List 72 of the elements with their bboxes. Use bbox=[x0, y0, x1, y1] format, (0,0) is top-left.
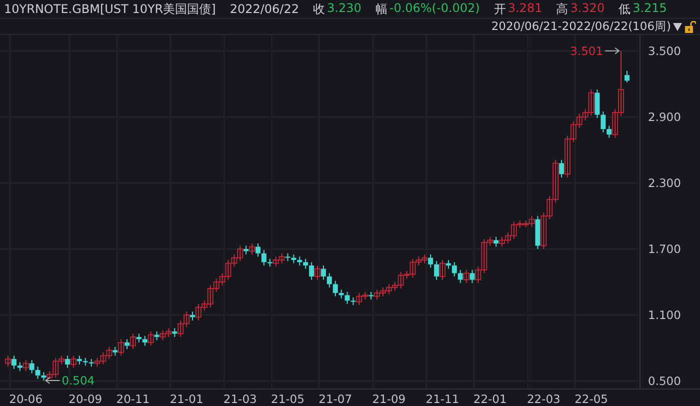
y-axis-label: 1.700 bbox=[648, 242, 681, 256]
candlestick bbox=[606, 125, 612, 138]
candlestick bbox=[142, 335, 148, 346]
quote-label: 收 bbox=[313, 0, 325, 18]
y-axis-label: 3.500 bbox=[648, 44, 681, 58]
candlestick bbox=[594, 88, 600, 119]
x-axis-label: 21-03 bbox=[223, 392, 257, 406]
candlestick bbox=[303, 258, 308, 270]
candlestick bbox=[428, 254, 434, 268]
lock-icon[interactable] bbox=[685, 20, 696, 32]
arrow-icon bbox=[44, 377, 60, 384]
x-axis-label: 22-03 bbox=[526, 392, 560, 406]
candlestick bbox=[261, 250, 266, 266]
candlestick bbox=[344, 291, 350, 304]
candlestick bbox=[249, 242, 255, 255]
candlestick bbox=[22, 360, 29, 372]
candlestick bbox=[326, 272, 332, 288]
quote-value: 3.281 bbox=[508, 0, 542, 16]
quote-label: 幅 bbox=[375, 0, 388, 18]
candlestick bbox=[470, 269, 475, 284]
symbol-title: 10YRNOTE.GBM[UST 10YR美国国债] bbox=[4, 0, 216, 18]
x-axis-label: 20-09 bbox=[68, 392, 102, 406]
candlestick bbox=[559, 159, 564, 178]
candlestick bbox=[5, 355, 11, 368]
candlestick bbox=[600, 110, 606, 133]
arrow-icon bbox=[604, 47, 620, 54]
x-axis-label: 22-05 bbox=[574, 392, 608, 406]
quote-date: 2022/06/22 bbox=[230, 2, 299, 16]
y-axis-label: 2.300 bbox=[648, 176, 681, 190]
candlestick bbox=[452, 262, 457, 277]
quote-label: 开 bbox=[494, 0, 506, 18]
x-axis-label: 21-05 bbox=[271, 392, 304, 406]
quote-label: 低 bbox=[618, 0, 631, 18]
quote-value: -0.06%(-0.002) bbox=[389, 0, 480, 16]
caret-icon bbox=[673, 22, 682, 30]
quote-label: 高 bbox=[556, 0, 568, 18]
x-axis-label: 21-11 bbox=[426, 392, 460, 406]
candlestick bbox=[494, 236, 499, 248]
candlestick bbox=[130, 333, 136, 350]
candlestick bbox=[11, 355, 16, 370]
candlestick bbox=[309, 262, 314, 280]
candlestick bbox=[440, 259, 446, 280]
candlestick bbox=[624, 70, 630, 83]
candlestick bbox=[118, 338, 124, 356]
quote-value: 3.320 bbox=[570, 0, 605, 16]
candlestick bbox=[320, 264, 326, 280]
x-axis-label: 20-06 bbox=[9, 392, 43, 406]
candlestick bbox=[434, 260, 440, 280]
candlestick bbox=[314, 264, 320, 280]
y-axis-label: 2.900 bbox=[648, 110, 681, 124]
y-axis-label: 1.100 bbox=[648, 308, 681, 322]
candlestick bbox=[332, 280, 338, 297]
candlestick bbox=[29, 360, 34, 374]
x-axis-label: 21-09 bbox=[372, 392, 406, 406]
price-label: 3.501 bbox=[570, 44, 604, 58]
candlestick bbox=[65, 355, 70, 368]
candlestick bbox=[463, 269, 470, 284]
candlestick bbox=[148, 330, 154, 346]
candlestick bbox=[124, 338, 130, 350]
x-axis-label: 21-01 bbox=[170, 392, 204, 406]
quote-value: 3.215 bbox=[632, 0, 667, 16]
candlestick bbox=[458, 269, 463, 284]
candlestick bbox=[70, 355, 76, 368]
candlestick bbox=[255, 242, 260, 258]
x-axis-label: 22-01 bbox=[473, 392, 507, 406]
x-axis-label: 21-07 bbox=[318, 392, 352, 406]
quote-value: 3.230 bbox=[327, 0, 362, 16]
price-label: 0.504 bbox=[62, 374, 95, 388]
candlestick bbox=[35, 366, 40, 380]
date-range-dropdown[interactable]: 2020/06/21-2022/06/22(106周) bbox=[491, 19, 682, 34]
x-axis-label: 20-11 bbox=[116, 392, 150, 406]
y-axis-label: 0.500 bbox=[648, 374, 681, 388]
